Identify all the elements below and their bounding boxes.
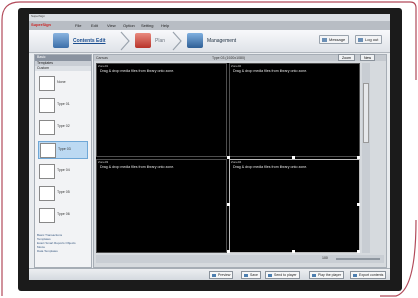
template-label: Type 04 <box>57 168 70 172</box>
scrollbar-thumb[interactable] <box>363 83 369 143</box>
template-thumbnail <box>39 120 55 135</box>
play-icon <box>312 274 316 277</box>
template-thumbnail <box>40 143 56 158</box>
panel-link-list: Basic Transactions Templates Exact Smart… <box>35 233 91 253</box>
template-item-selected[interactable]: Type 03 <box>38 141 88 159</box>
chevron-right-icon <box>120 31 130 51</box>
message-button[interactable]: Message <box>319 35 350 44</box>
template-panel: Basic Templates Custom None Type 01 Type… <box>34 54 92 268</box>
resize-handle <box>227 203 230 206</box>
management-icon <box>187 33 203 48</box>
step-label: Plan <box>155 38 166 44</box>
preview-button[interactable]: Preview <box>209 271 234 279</box>
contents-edit-icon <box>53 33 69 48</box>
resize-handle <box>357 203 360 206</box>
save-button[interactable]: Save <box>241 271 261 279</box>
resize-handle <box>227 156 230 159</box>
app-brand: SuperSign <box>31 22 52 27</box>
logout-icon <box>358 38 363 42</box>
play-the-player-button[interactable]: Play the player <box>309 271 345 279</box>
layout-canvas[interactable]: Zone01 Drag & drop media files from libr… <box>96 63 360 253</box>
panel-subsection: Custom <box>35 66 91 71</box>
template-thumbnail <box>39 164 55 179</box>
layout-title: Type 03 (1920x1080) <box>212 56 246 60</box>
message-icon <box>322 38 327 42</box>
zoom-slider[interactable] <box>336 258 380 260</box>
app-window: SuperSign SuperSign File Edit View Optio… <box>29 14 390 280</box>
panel-link[interactable]: Data Templates <box>35 249 91 253</box>
template-label: Type 06 <box>57 212 70 216</box>
step-label: Contents Edit <box>73 38 106 44</box>
resize-handle <box>357 250 360 253</box>
save-icon <box>244 274 248 277</box>
template-thumbnail <box>39 76 55 91</box>
preview-icon <box>212 274 216 277</box>
canvas-workspace: Canvas Type 03 (1920x1080) Zoom New Zone… <box>93 54 387 268</box>
zoom-bar: 100 <box>96 255 384 263</box>
template-label: Type 01 <box>57 102 70 106</box>
vertical-scrollbar[interactable] <box>362 63 370 253</box>
resize-handle <box>357 156 360 159</box>
template-label: None <box>57 80 66 84</box>
menu-option[interactable]: Option <box>123 23 135 28</box>
workspace-header: Canvas Type 03 (1920x1080) Zoom New <box>94 54 386 61</box>
step-toolbar: Contents Edit Plan Management Message Lo… <box>29 30 390 53</box>
bottom-action-bar: Preview Save Send to player Play the pla… <box>29 268 390 280</box>
template-label: Type 03 <box>58 147 71 151</box>
menu-view[interactable]: View <box>107 23 116 28</box>
zoom-button[interactable]: Zoom <box>338 54 355 61</box>
export-icon <box>353 274 357 277</box>
template-thumbnail <box>39 208 55 223</box>
menu-bar: SuperSign File Edit View Option Setting … <box>29 21 390 30</box>
template-item[interactable]: Type 02 <box>38 119 86 135</box>
template-item[interactable]: Type 06 <box>38 207 86 223</box>
illustration-card: SuperSign SuperSign File Edit View Optio… <box>0 0 418 298</box>
menu-setting[interactable]: Setting <box>141 23 153 28</box>
chevron-right-icon <box>172 31 182 51</box>
menu-edit[interactable]: Edit <box>91 23 98 28</box>
export-contents-button[interactable]: Export contents <box>350 271 387 279</box>
resize-handles[interactable] <box>96 63 360 253</box>
template-item[interactable]: Type 04 <box>38 163 86 179</box>
template-item[interactable]: Type 05 <box>38 185 86 201</box>
new-button[interactable]: New <box>360 54 376 61</box>
plan-icon <box>135 33 151 48</box>
send-icon <box>268 274 272 277</box>
menu-file[interactable]: File <box>75 23 81 28</box>
resize-handle <box>292 250 295 253</box>
logout-button[interactable]: Log out <box>355 35 383 44</box>
template-label: Type 05 <box>57 190 70 194</box>
zoom-value[interactable]: 100 <box>322 256 328 260</box>
step-label: Management <box>207 38 237 44</box>
workspace-label: Canvas <box>96 56 108 60</box>
resize-handle <box>292 156 295 159</box>
menu-help[interactable]: Help <box>161 23 169 28</box>
resize-handle <box>227 250 230 253</box>
template-thumbnail <box>39 98 55 113</box>
send-to-player-button[interactable]: Send to player <box>265 271 300 279</box>
window-title: SuperSign <box>29 14 390 21</box>
template-item[interactable]: None <box>38 75 86 91</box>
template-label: Type 02 <box>57 124 70 128</box>
template-item[interactable]: Type 01 <box>38 97 86 113</box>
template-thumbnail <box>39 186 55 201</box>
